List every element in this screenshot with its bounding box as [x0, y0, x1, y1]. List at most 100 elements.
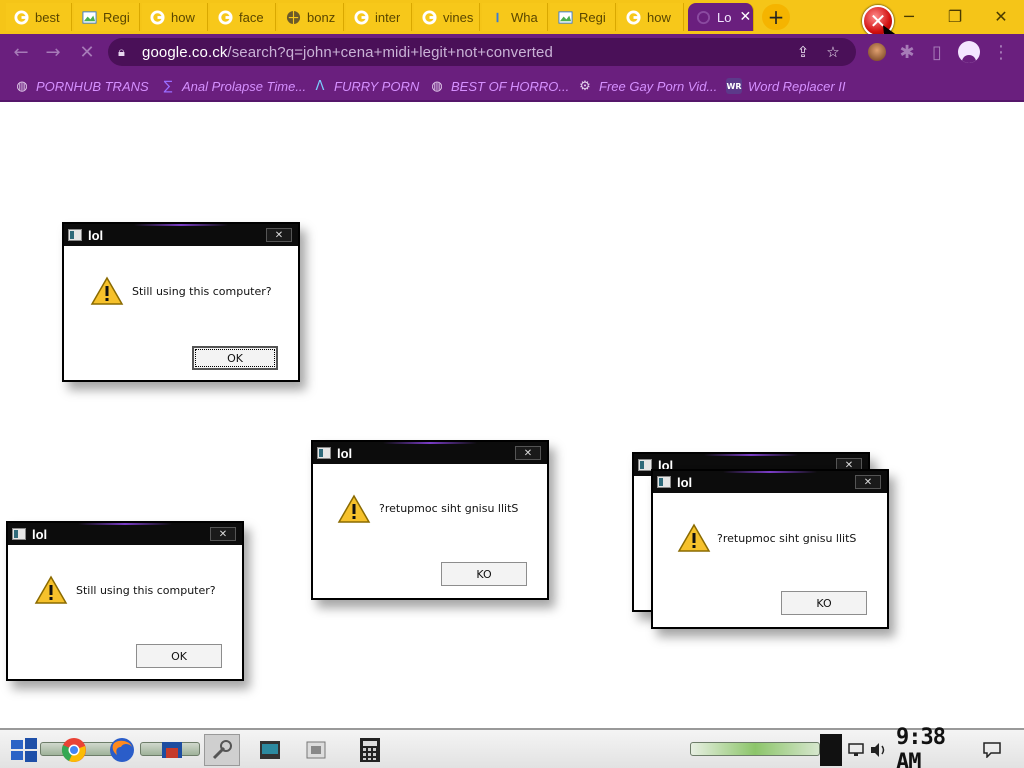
sigma-icon: ∑	[163, 78, 173, 94]
image-icon	[558, 10, 573, 25]
lambda-icon: Λ	[315, 78, 325, 94]
tab-title: how	[647, 9, 671, 25]
globe-icon: ◍	[431, 78, 443, 94]
tab-wha[interactable]: Wha	[482, 3, 548, 31]
dialog-close-button[interactable]: ✕	[210, 527, 236, 541]
bookmark-label: Free Gay Porn Vid...	[599, 78, 718, 94]
url-host: google.co.ck	[142, 43, 228, 61]
extensions-puzzle-icon[interactable]: ✱	[892, 34, 922, 70]
dialog-titlebar[interactable]: lol ✕	[64, 224, 298, 246]
bookmark-label: PORNHUB TRANS	[36, 78, 149, 94]
tab-bonz[interactable]: bonz	[278, 3, 344, 31]
calculator-icon[interactable]	[352, 734, 388, 766]
bookmark-label: Word Replacer II	[748, 78, 846, 94]
tab-vines[interactable]: vines	[414, 3, 480, 31]
dialog-title: lol	[337, 445, 353, 461]
google-icon	[422, 9, 437, 25]
dialog-close-button[interactable]: ✕	[855, 475, 881, 489]
google-icon	[14, 9, 29, 25]
dialog-titlebar[interactable]: lol ✕	[653, 471, 887, 493]
minimize-button[interactable]: ─	[886, 0, 932, 32]
tab-regi[interactable]: Regi	[74, 3, 140, 31]
network-app-icon[interactable]	[298, 734, 334, 766]
window-app-icon	[638, 459, 652, 471]
google-icon	[150, 9, 165, 25]
lock-icon: 🔒︎	[118, 44, 125, 60]
extension-avatar-icon[interactable]	[862, 34, 892, 70]
tab-regi-2[interactable]: Regi	[550, 3, 616, 31]
tab-title: face	[239, 9, 264, 25]
tab-inter[interactable]: inter	[346, 3, 412, 31]
tab-best[interactable]: best	[6, 3, 72, 31]
window-app-icon	[12, 528, 26, 540]
bookmark-item[interactable]: WR Word Replacer II	[726, 70, 846, 102]
bookmark-item[interactable]: Λ FURRY PORN	[312, 70, 420, 102]
maximize-button[interactable]: ❐	[932, 0, 978, 32]
start-button[interactable]	[6, 734, 42, 766]
tab-title: Regi	[103, 9, 130, 25]
tab-title: inter	[375, 9, 401, 25]
ko-button[interactable]: KO	[441, 562, 527, 586]
bookmark-item[interactable]: ◍ PORNHUB TRANS	[14, 70, 149, 102]
bookmark-star-icon[interactable]: ☆	[820, 38, 846, 66]
warning-icon	[34, 575, 68, 604]
dialog-titlebar[interactable]: lol ✕	[313, 442, 547, 464]
window-app-icon	[317, 447, 331, 459]
volume-icon[interactable]	[868, 734, 890, 766]
tab-strip: best Regi how face bonz inter vines Wha	[0, 0, 1024, 43]
menu-kebab-icon[interactable]: ⋮	[986, 34, 1016, 70]
chrome-icon[interactable]	[56, 734, 92, 766]
warning-icon	[90, 276, 124, 305]
bookmark-item[interactable]: ◍ BEST OF HORRO...	[429, 70, 569, 102]
tab-title: Lo	[717, 9, 732, 25]
terminal-icon[interactable]	[252, 734, 288, 766]
browser-toolbar: ← → ✕ 🔒︎ google.co.ck/search?q=john+cena…	[0, 34, 1024, 70]
dialog-title: lol	[32, 526, 48, 542]
globe-icon: ◍	[16, 78, 28, 94]
bookmark-item[interactable]: ⚙ Free Gay Porn Vid...	[577, 70, 717, 102]
globe-icon	[286, 10, 301, 25]
tab-title: bonz	[307, 9, 336, 25]
url-path: /search?q=john+cena+midi+legit+not+conve…	[227, 43, 553, 61]
tab-how[interactable]: how	[142, 3, 208, 31]
wr-icon: WR	[726, 78, 742, 94]
tab-title: how	[171, 9, 195, 25]
ok-button[interactable]: OK	[136, 644, 222, 668]
share-icon[interactable]: ⇪	[790, 38, 816, 66]
dialog-close-button[interactable]: ✕	[515, 446, 541, 460]
address-bar-url[interactable]: google.co.ck/search?q=john+cena+midi+leg…	[142, 44, 553, 61]
ko-button[interactable]: KO	[781, 591, 867, 615]
firefox-icon[interactable]	[104, 734, 140, 766]
tab-face[interactable]: face	[210, 3, 276, 31]
message-dialog: lol ✕ ?retupmoc siht gnisu llitS KO	[651, 469, 889, 629]
forward-icon[interactable]: →	[38, 34, 68, 70]
tab-close-icon[interactable]: ✕	[739, 9, 751, 25]
message-dialog: lol ✕ Still using this computer? OK	[62, 222, 300, 382]
back-icon[interactable]: ←	[6, 34, 36, 70]
notification-icon[interactable]	[982, 734, 1002, 766]
dialog-close-button[interactable]: ✕	[266, 228, 292, 242]
network-icon[interactable]	[846, 734, 866, 766]
dialog-message: ?retupmoc siht gnisu llitS	[717, 532, 857, 545]
tool-icon[interactable]	[204, 734, 240, 766]
side-panel-icon[interactable]: ▯	[922, 34, 952, 70]
close-window-button[interactable]: ✕	[978, 0, 1024, 32]
warning-icon	[337, 494, 371, 523]
media-player-icon[interactable]	[154, 734, 190, 766]
tab-how-2[interactable]: how	[618, 3, 684, 31]
warning-icon	[677, 523, 711, 552]
info-icon	[490, 10, 505, 25]
ok-button[interactable]: OK	[192, 346, 278, 370]
address-bar[interactable]: 🔒︎ google.co.ck/search?q=john+cena+midi+…	[108, 38, 856, 66]
profile-avatar[interactable]	[954, 34, 984, 70]
tab-active[interactable]: Lo ✕	[688, 3, 754, 31]
dialog-titlebar[interactable]: lol ✕	[8, 523, 242, 545]
clock[interactable]: 9:38 AM	[896, 725, 970, 768]
tab-title: best	[35, 9, 60, 25]
bookmark-item[interactable]: ∑ Anal Prolapse Time...	[160, 70, 307, 102]
stop-loading-icon[interactable]: ✕	[72, 34, 102, 70]
new-tab-button[interactable]: +	[762, 4, 790, 30]
bookmark-label: Anal Prolapse Time...	[182, 78, 307, 94]
google-icon	[626, 9, 641, 25]
window-app-icon	[657, 476, 671, 488]
